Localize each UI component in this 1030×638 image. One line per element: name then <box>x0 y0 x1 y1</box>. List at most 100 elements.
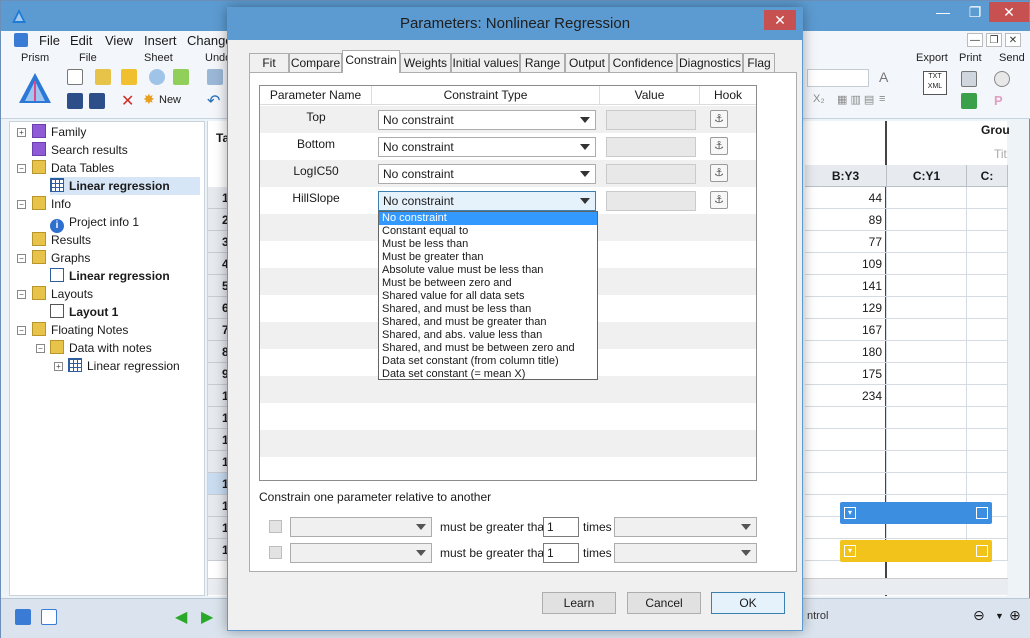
hook-icon[interactable]: ⚓ <box>710 164 728 182</box>
table-cell-b-y3[interactable]: 175 <box>805 363 887 385</box>
nav-item-linear-regression-graph[interactable]: Linear regression <box>50 267 170 285</box>
constraint-type-select-open[interactable]: No constraint <box>378 191 596 211</box>
note-collapse-icon[interactable]: ▾ <box>844 545 856 557</box>
font-size-combo[interactable] <box>807 69 869 87</box>
collapse-icon[interactable]: − <box>17 290 26 299</box>
new-sheet-icon[interactable]: ✸ <box>143 91 155 108</box>
table-cell-c[interactable] <box>967 473 1008 495</box>
restore-icon[interactable]: ❐ <box>963 2 987 22</box>
dropdown-option[interactable]: Must be between zero and <box>379 277 597 290</box>
open-file-icon[interactable] <box>95 69 111 85</box>
save-as-icon[interactable] <box>89 93 105 109</box>
constraint-type-select[interactable]: No constraint <box>378 137 596 157</box>
new-sheet-label[interactable]: New <box>159 94 181 106</box>
dropdown-option-selected[interactable]: No constraint <box>379 212 597 225</box>
table-cell-c-y1[interactable] <box>887 407 967 429</box>
nav-item-info[interactable]: Info <box>32 195 71 213</box>
title-placeholder[interactable]: Tit <box>994 147 1007 161</box>
nav-item-results[interactable]: Results <box>32 231 91 249</box>
menu-edit[interactable]: Edit <box>70 33 92 48</box>
redo-icon[interactable] <box>207 69 223 85</box>
dropdown-option[interactable]: Shared, and abs. value less than <box>379 329 597 342</box>
table-cell-c-y1[interactable] <box>887 341 967 363</box>
collapse-icon[interactable]: − <box>17 326 26 335</box>
cancel-button[interactable]: Cancel <box>627 592 701 614</box>
snowflake-icon[interactable] <box>149 69 165 85</box>
expand-icon[interactable]: + <box>54 362 63 371</box>
table-cell-c-y1[interactable] <box>887 253 967 275</box>
expand-icon[interactable]: + <box>17 128 26 137</box>
table-cell-c-y1[interactable] <box>887 297 967 319</box>
table-cell-b-y3[interactable]: 89 <box>805 209 887 231</box>
floating-note-yellow[interactable]: ▾ <box>840 540 992 562</box>
tab-initial-values[interactable]: Initial values <box>451 53 520 72</box>
nav-item-data-with-notes[interactable]: Data with notes <box>50 339 152 357</box>
menu-insert[interactable]: Insert <box>144 33 177 48</box>
constraint-type-select[interactable]: No constraint <box>378 110 596 130</box>
format-icons[interactable]: ▦ ▥ ▤ <box>837 93 874 106</box>
tab-constrain[interactable]: Constrain <box>342 50 400 73</box>
highlight-icon[interactable] <box>121 69 137 85</box>
export-icon[interactable]: TXT XML <box>923 71 947 95</box>
relative-target-select-1[interactable] <box>614 517 757 537</box>
note-window-icon[interactable] <box>976 507 988 519</box>
hook-icon[interactable]: ⚓ <box>710 137 728 155</box>
tab-diagnostics[interactable]: Diagnostics <box>677 53 743 72</box>
dropdown-option[interactable]: Absolute value must be less than <box>379 264 597 277</box>
wand-icon[interactable] <box>173 69 189 85</box>
table-cell-c-y1[interactable] <box>887 275 967 297</box>
nav-item-linear-regression-notes[interactable]: Linear regression <box>68 357 180 375</box>
dropdown-option[interactable]: Must be less than <box>379 238 597 251</box>
table-cell-c[interactable] <box>967 407 1008 429</box>
view-grid-icon[interactable] <box>41 609 57 625</box>
minimize-icon[interactable]: — <box>931 2 955 22</box>
print-preview-icon[interactable] <box>961 93 977 109</box>
relative-param-select-2[interactable] <box>290 543 432 563</box>
nav-item-layouts[interactable]: Layouts <box>32 285 93 303</box>
tab-fit[interactable]: Fit <box>249 53 289 72</box>
table-cell-c[interactable] <box>967 429 1008 451</box>
table-cell-c[interactable] <box>967 451 1008 473</box>
table-cell-b-y3[interactable] <box>805 451 887 473</box>
table-cell-b-y3[interactable] <box>805 407 887 429</box>
nav-item-family[interactable]: Family <box>32 123 86 141</box>
collapse-icon[interactable]: − <box>36 344 45 353</box>
tab-weights[interactable]: Weights <box>400 53 451 72</box>
nav-item-data-tables[interactable]: Data Tables <box>32 159 114 177</box>
table-cell-b-y3[interactable]: 77 <box>805 231 887 253</box>
prism-home-icon[interactable] <box>17 71 53 107</box>
table-cell-c[interactable] <box>967 231 1008 253</box>
factor-input-2[interactable]: 1 <box>543 543 579 563</box>
tab-range[interactable]: Range <box>520 53 565 72</box>
view-sheet-icon[interactable] <box>15 609 31 625</box>
relative-constraint-checkbox-2[interactable] <box>269 546 282 559</box>
constraint-value-field[interactable] <box>606 191 696 211</box>
table-cell-c[interactable] <box>967 341 1008 363</box>
floating-note-blue[interactable]: ▾ <box>840 502 992 524</box>
constraint-value-field[interactable] <box>606 137 696 157</box>
constraint-value-field[interactable] <box>606 164 696 184</box>
dropdown-option[interactable]: Data set constant (from column title) <box>379 355 597 368</box>
doc-minimize-icon[interactable]: — <box>967 33 983 47</box>
table-cell-c[interactable] <box>967 297 1008 319</box>
table-cell-c[interactable] <box>967 253 1008 275</box>
nav-item-floating-notes[interactable]: Floating Notes <box>32 321 128 339</box>
column-header-c[interactable]: C: <box>967 165 1008 187</box>
tab-flag[interactable]: Flag <box>743 53 775 72</box>
table-cell-c-y1[interactable] <box>887 363 967 385</box>
table-cell-c-y1[interactable] <box>887 231 967 253</box>
app-menu-icon[interactable] <box>14 33 28 47</box>
menu-change[interactable]: Change <box>187 33 233 48</box>
factor-input-1[interactable]: 1 <box>543 517 579 537</box>
dropdown-option[interactable]: Shared value for all data sets <box>379 290 597 303</box>
table-cell-b-y3[interactable]: 129 <box>805 297 887 319</box>
print-icon[interactable] <box>961 71 977 87</box>
table-cell-b-y3[interactable] <box>805 429 887 451</box>
table-cell-c-y1[interactable] <box>887 209 967 231</box>
new-file-icon[interactable] <box>67 69 83 85</box>
dropdown-option[interactable]: Data set constant (= mean X) <box>379 368 597 381</box>
dropdown-option[interactable]: Shared, and must be less than <box>379 303 597 316</box>
table-cell-c[interactable] <box>967 275 1008 297</box>
relative-target-select-2[interactable] <box>614 543 757 563</box>
save-icon[interactable] <box>67 93 83 109</box>
